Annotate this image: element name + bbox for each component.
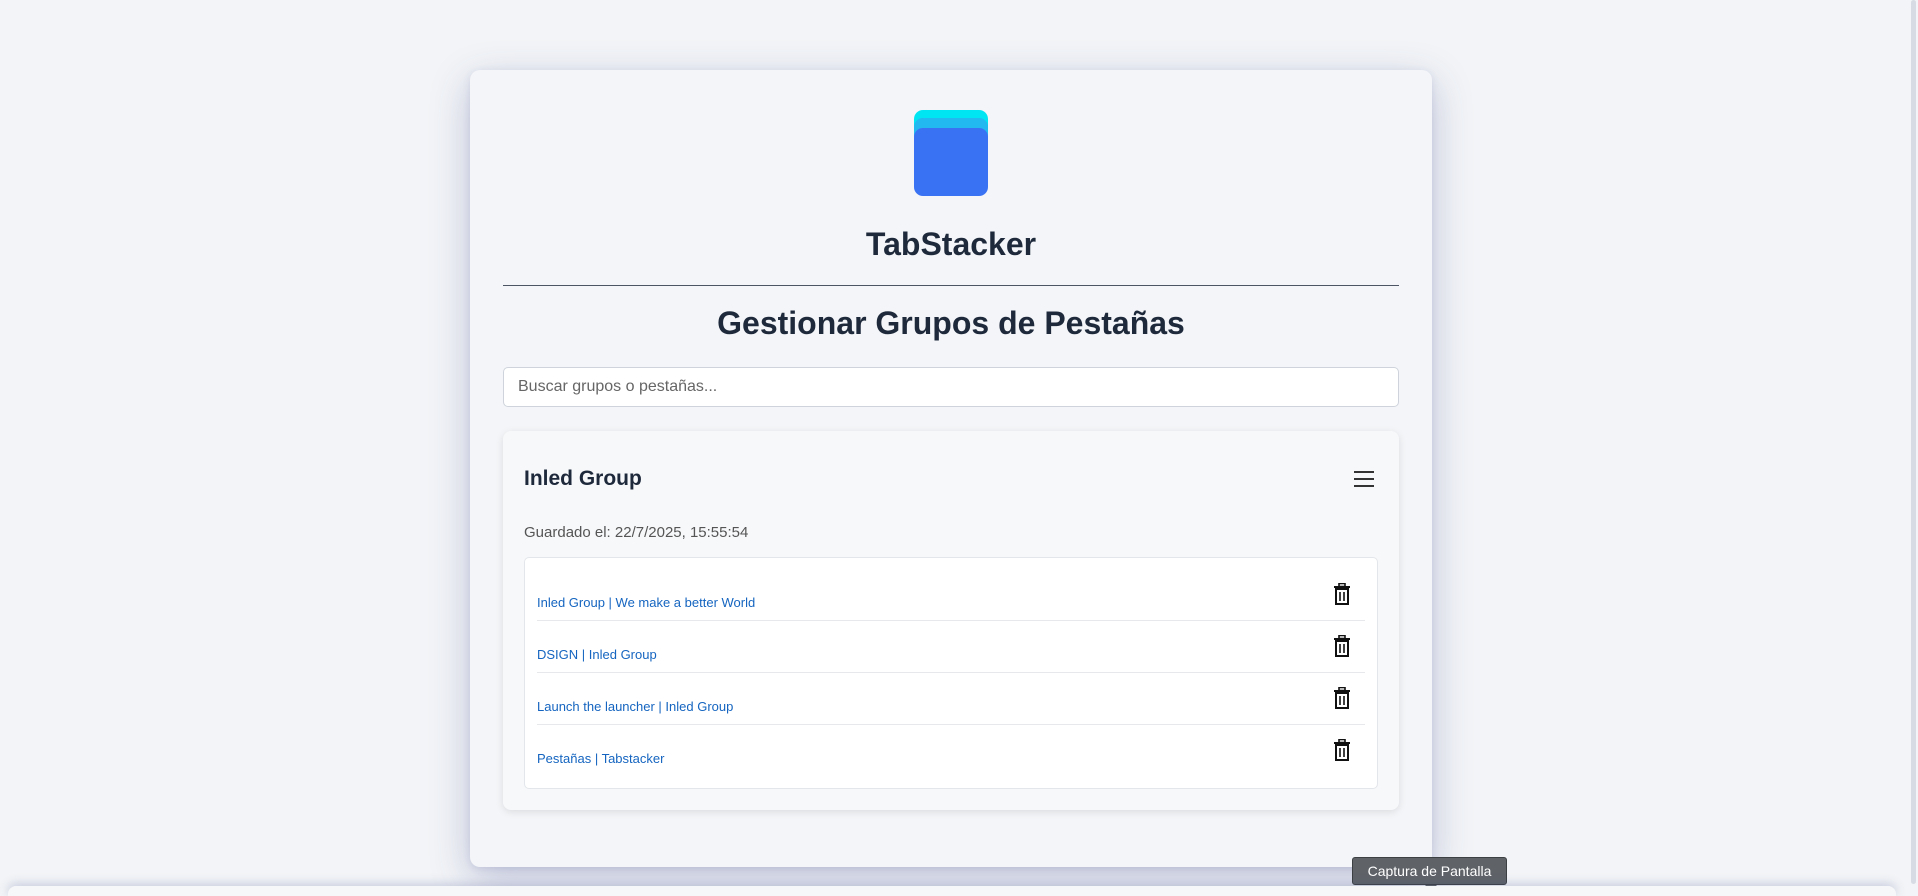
tab-link[interactable]: Inled Group | We make a better World: [537, 595, 755, 610]
list-item: DSIGN | Inled Group: [537, 621, 1365, 673]
page-scrollbar[interactable]: [1908, 0, 1918, 896]
tab-list: Inled Group | We make a better World DSI…: [524, 557, 1378, 789]
trash-icon[interactable]: [1333, 635, 1351, 657]
trash-icon[interactable]: [1333, 739, 1351, 761]
tab-link[interactable]: Launch the launcher | Inled Group: [537, 699, 733, 714]
list-item: Launch the launcher | Inled Group: [537, 673, 1365, 725]
trash-icon[interactable]: [1333, 583, 1351, 605]
bottom-panel-edge: [8, 886, 1896, 896]
tooltip-text: Captura de Pantalla: [1367, 863, 1492, 879]
list-item: Pestañas | Tabstacker: [537, 725, 1365, 777]
tab-link[interactable]: DSIGN | Inled Group: [537, 647, 657, 662]
tab-link[interactable]: Pestañas | Tabstacker: [537, 751, 664, 766]
screenshot-tooltip: Captura de Pantalla: [1352, 857, 1507, 891]
trash-icon[interactable]: [1333, 687, 1351, 709]
search-input[interactable]: [503, 367, 1399, 407]
app-title: TabStacker: [865, 226, 1037, 262]
divider: [503, 285, 1399, 286]
group-name: Inled Group: [524, 467, 642, 490]
tab-group-card: Inled Group Guardado el: 22/7/2025, 15:5…: [503, 431, 1399, 810]
main-card: TabStacker Gestionar Grupos de Pestañas …: [470, 70, 1432, 867]
list-item: Inled Group | We make a better World: [537, 569, 1365, 621]
page-title: Gestionar Grupos de Pestañas: [717, 305, 1185, 341]
scrollbar-thumb[interactable]: [1911, 0, 1916, 884]
stacked-tabs-logo-icon: [914, 110, 988, 196]
hamburger-menu-icon[interactable]: [1353, 471, 1375, 491]
saved-timestamp: Guardado el: 22/7/2025, 15:55:54: [524, 524, 749, 541]
